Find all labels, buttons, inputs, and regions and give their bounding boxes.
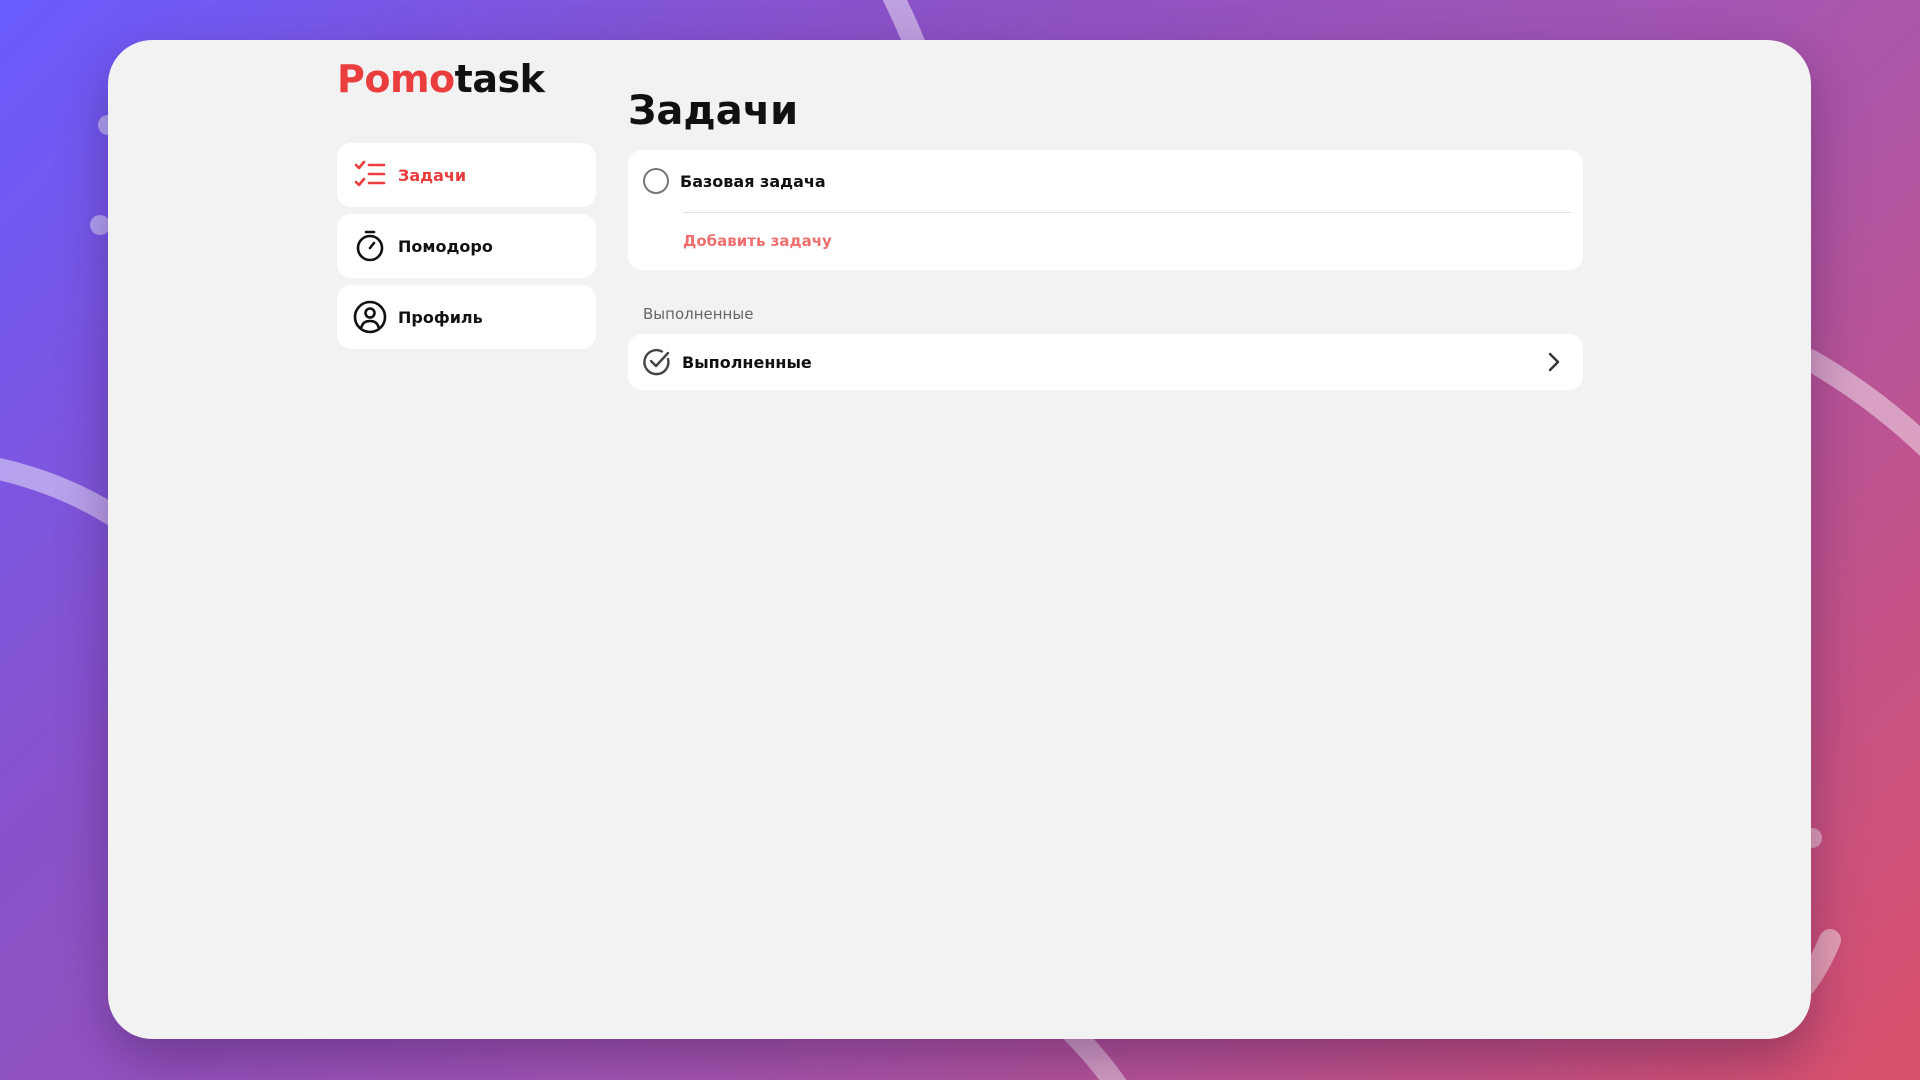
user-circle-icon [353, 300, 387, 334]
chevron-right-icon [1541, 350, 1565, 374]
app-window: Pomotask Задачи Помодоро Профиль Задачи … [108, 40, 1811, 1039]
logo-part-pomo: Pomo [337, 57, 455, 101]
completed-section-header: Выполненные [643, 305, 754, 323]
completed-row-label: Выполненные [682, 352, 812, 372]
task-label: Базовая задача [680, 171, 826, 191]
logo-part-task: task [454, 57, 545, 101]
sidebar-item-pomodoro[interactable]: Помодоро [337, 214, 596, 278]
task-item[interactable]: Базовая задача [643, 168, 826, 194]
divider [683, 212, 1571, 213]
sidebar-item-label: Задачи [398, 165, 467, 185]
page-title: Задачи [628, 87, 799, 134]
check-circle-icon [642, 347, 672, 377]
add-task-button[interactable]: Добавить задачу [683, 232, 832, 250]
task-checkbox[interactable] [643, 168, 669, 194]
sidebar-item-label: Помодоро [398, 236, 493, 256]
app-logo[interactable]: Pomotask [337, 57, 545, 101]
tasks-card: Базовая задача Добавить задачу [628, 150, 1583, 270]
sidebar-item-label: Профиль [398, 307, 483, 327]
stopwatch-icon [353, 229, 387, 263]
completed-tasks-row[interactable]: Выполненные [628, 334, 1583, 390]
sidebar-item-tasks[interactable]: Задачи [337, 143, 596, 207]
sidebar: Задачи Помодоро Профиль [337, 143, 596, 356]
tasks-list-icon [353, 158, 387, 192]
sidebar-item-profile[interactable]: Профиль [337, 285, 596, 349]
